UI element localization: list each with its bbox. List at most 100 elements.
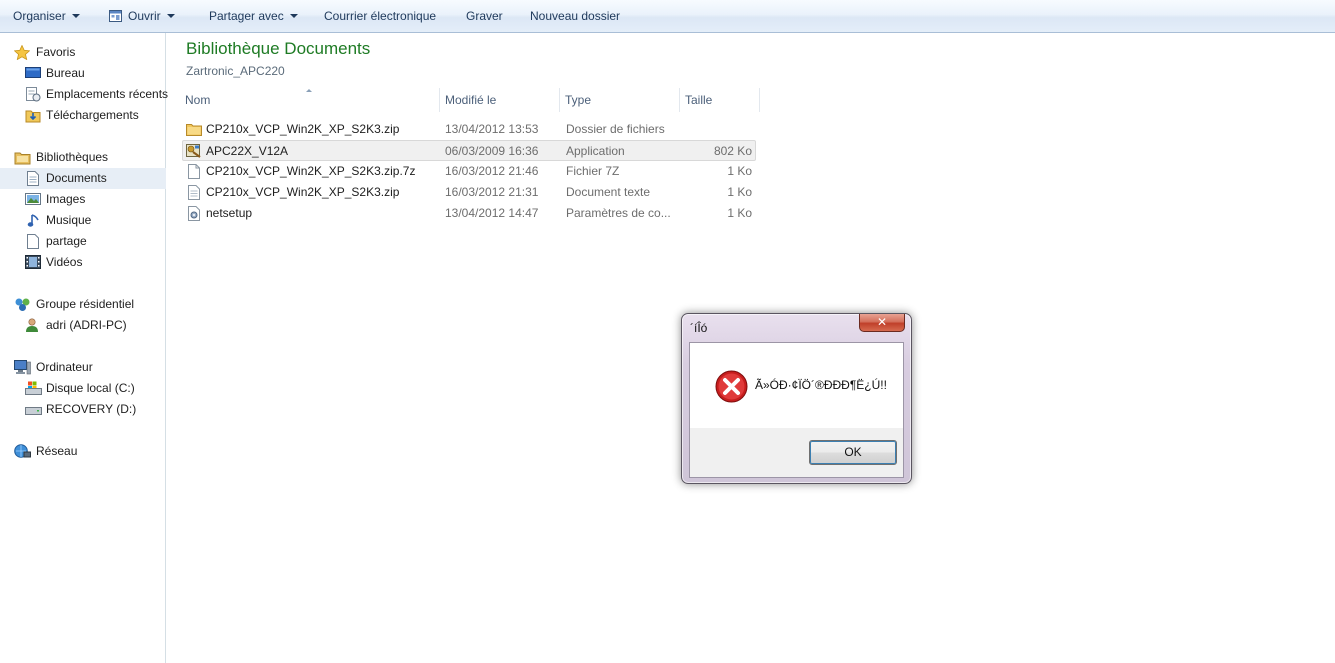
file-row[interactable]: CP210x_VCP_Win2K_XP_S2K3.zip 16/03/2012 … <box>182 182 756 203</box>
nav-label: Téléchargements <box>46 108 139 122</box>
close-button[interactable]: ✕ <box>859 314 905 332</box>
file-type: Application <box>566 144 625 158</box>
videos-icon <box>25 255 41 269</box>
chevron-down-icon <box>166 14 175 18</box>
file-size: 802 Ko <box>713 144 752 158</box>
chevron-down-icon <box>289 14 298 18</box>
email-button[interactable]: Courrier électronique <box>324 0 436 33</box>
nav-share[interactable]: partage <box>0 231 166 252</box>
settings-file-icon <box>188 206 200 221</box>
organize-label: Organiser <box>13 9 66 23</box>
nav-computer[interactable]: Ordinateur <box>0 357 166 378</box>
desktop-icon <box>25 67 41 78</box>
nav-label: adri (ADRI-PC) <box>46 318 127 332</box>
local-disk-icon <box>25 381 42 395</box>
file-type: Dossier de fichiers <box>566 122 665 136</box>
recent-places-icon <box>26 87 41 102</box>
nav-libraries[interactable]: Bibliothèques <box>0 147 166 168</box>
nav-homegroup[interactable]: Groupe résidentiel <box>0 294 166 315</box>
folder-icon <box>186 124 202 136</box>
error-icon <box>715 370 748 403</box>
nav-disk-d[interactable]: RECOVERY (D:) <box>0 399 166 420</box>
nav-favorites[interactable]: Favoris <box>0 42 166 63</box>
nav-label: RECOVERY (D:) <box>46 402 137 416</box>
nav-label: Bibliothèques <box>36 150 109 164</box>
sort-ascending-icon <box>306 89 312 92</box>
file-modified: 16/03/2012 21:31 <box>445 185 539 199</box>
drive-icon <box>25 407 42 415</box>
file-type: Fichier 7Z <box>566 164 620 178</box>
file-row[interactable]: CP210x_VCP_Win2K_XP_S2K3.zip 13/04/2012 … <box>182 119 756 140</box>
column-header-size[interactable]: Taille <box>680 88 760 112</box>
share-menu[interactable]: Partager avec <box>209 0 298 33</box>
nav-desktop[interactable]: Bureau <box>0 63 166 84</box>
nav-recent[interactable]: Emplacements récents <box>0 84 169 105</box>
column-header-type[interactable]: Type <box>560 88 680 112</box>
nav-label: Réseau <box>36 444 78 458</box>
new-folder-button[interactable]: Nouveau dossier <box>530 0 620 33</box>
file-row[interactable]: CP210x_VCP_Win2K_XP_S2K3.zip.7z 16/03/20… <box>182 161 756 182</box>
nav-label: Vidéos <box>46 255 83 269</box>
share-folder-icon <box>27 234 39 249</box>
nav-downloads[interactable]: Téléchargements <box>0 105 166 126</box>
file-modified: 13/04/2012 14:47 <box>445 206 539 220</box>
nav-images[interactable]: Images <box>0 189 166 210</box>
file-row[interactable]: netsetup 13/04/2012 14:47 Paramètres de … <box>182 203 756 224</box>
command-bar: Organiser Ouvrir Partager avec Courrier … <box>0 0 1335 33</box>
libraries-icon <box>14 152 31 165</box>
open-app-icon <box>109 10 122 22</box>
error-dialog: ´íÎó ✕ Ã»ÓÐ·¢ÏÖ´®ÐÐÐ¶Ë¿Ú!! OK <box>681 313 912 484</box>
nav-music[interactable]: Musique <box>0 210 166 231</box>
computer-icon <box>14 360 31 375</box>
nav-label: Groupe résidentiel <box>36 297 135 311</box>
file-modified: 06/03/2009 16:36 <box>445 144 539 158</box>
file-size: 1 Ko <box>727 185 752 199</box>
nav-label: Documents <box>46 171 107 185</box>
nav-label: Musique <box>46 213 92 227</box>
nav-label: Bureau <box>46 66 85 80</box>
nav-label: Emplacements récents <box>46 87 169 101</box>
file-name: netsetup <box>206 206 253 220</box>
nav-disk-c[interactable]: Disque local (C:) <box>0 378 166 399</box>
file-type: Paramètres de co... <box>566 206 671 220</box>
file-size: 1 Ko <box>727 206 752 220</box>
nav-user[interactable]: adri (ADRI-PC) <box>0 315 166 336</box>
file-name: CP210x_VCP_Win2K_XP_S2K3.zip.7z <box>206 164 416 178</box>
file-size: 1 Ko <box>727 164 752 178</box>
share-label: Partager avec <box>209 9 284 23</box>
file-name: APC22X_V12A <box>206 144 289 158</box>
dialog-content: Ã»ÓÐ·¢ÏÖ´®ÐÐÐ¶Ë¿Ú!! OK <box>689 342 904 478</box>
documents-icon <box>27 171 39 186</box>
open-label: Ouvrir <box>128 9 161 23</box>
library-subtitle[interactable]: Zartronic_APC220 <box>186 64 285 78</box>
file-name: CP210x_VCP_Win2K_XP_S2K3.zip <box>206 185 400 199</box>
column-header-modified[interactable]: Modifié le <box>440 88 560 112</box>
file-icon <box>188 164 200 179</box>
nav-label: partage <box>46 234 87 248</box>
chevron-down-icon <box>71 14 80 18</box>
file-type: Document texte <box>566 185 651 199</box>
star-icon <box>14 45 30 60</box>
text-file-icon <box>188 185 200 200</box>
organize-menu[interactable]: Organiser <box>13 0 80 33</box>
dialog-message: Ã»ÓÐ·¢ÏÖ´®ÐÐÐ¶Ë¿Ú!! <box>755 378 887 392</box>
nav-documents[interactable]: Documents <box>0 168 166 189</box>
nav-videos[interactable]: Vidéos <box>0 252 166 273</box>
file-row[interactable]: APC22X_V12A 06/03/2009 16:36 Application… <box>182 140 756 161</box>
close-icon: ✕ <box>876 315 888 329</box>
user-icon <box>26 318 38 332</box>
application-icon <box>186 144 201 158</box>
navigation-pane: Favoris Bureau Emplacements récents Télé… <box>0 33 169 663</box>
ok-button[interactable]: OK <box>809 440 897 465</box>
burn-button[interactable]: Graver <box>466 0 503 33</box>
images-icon <box>25 193 41 205</box>
dialog-footer: OK <box>690 428 903 477</box>
open-menu[interactable]: Ouvrir <box>109 0 175 33</box>
nav-label: Disque local (C:) <box>46 381 135 395</box>
downloads-icon <box>25 110 41 123</box>
music-icon <box>27 214 39 227</box>
file-modified: 13/04/2012 13:53 <box>445 122 539 136</box>
nav-label: Ordinateur <box>36 360 93 374</box>
dialog-title: ´íÎó <box>690 321 708 335</box>
nav-network[interactable]: Réseau <box>0 441 166 462</box>
